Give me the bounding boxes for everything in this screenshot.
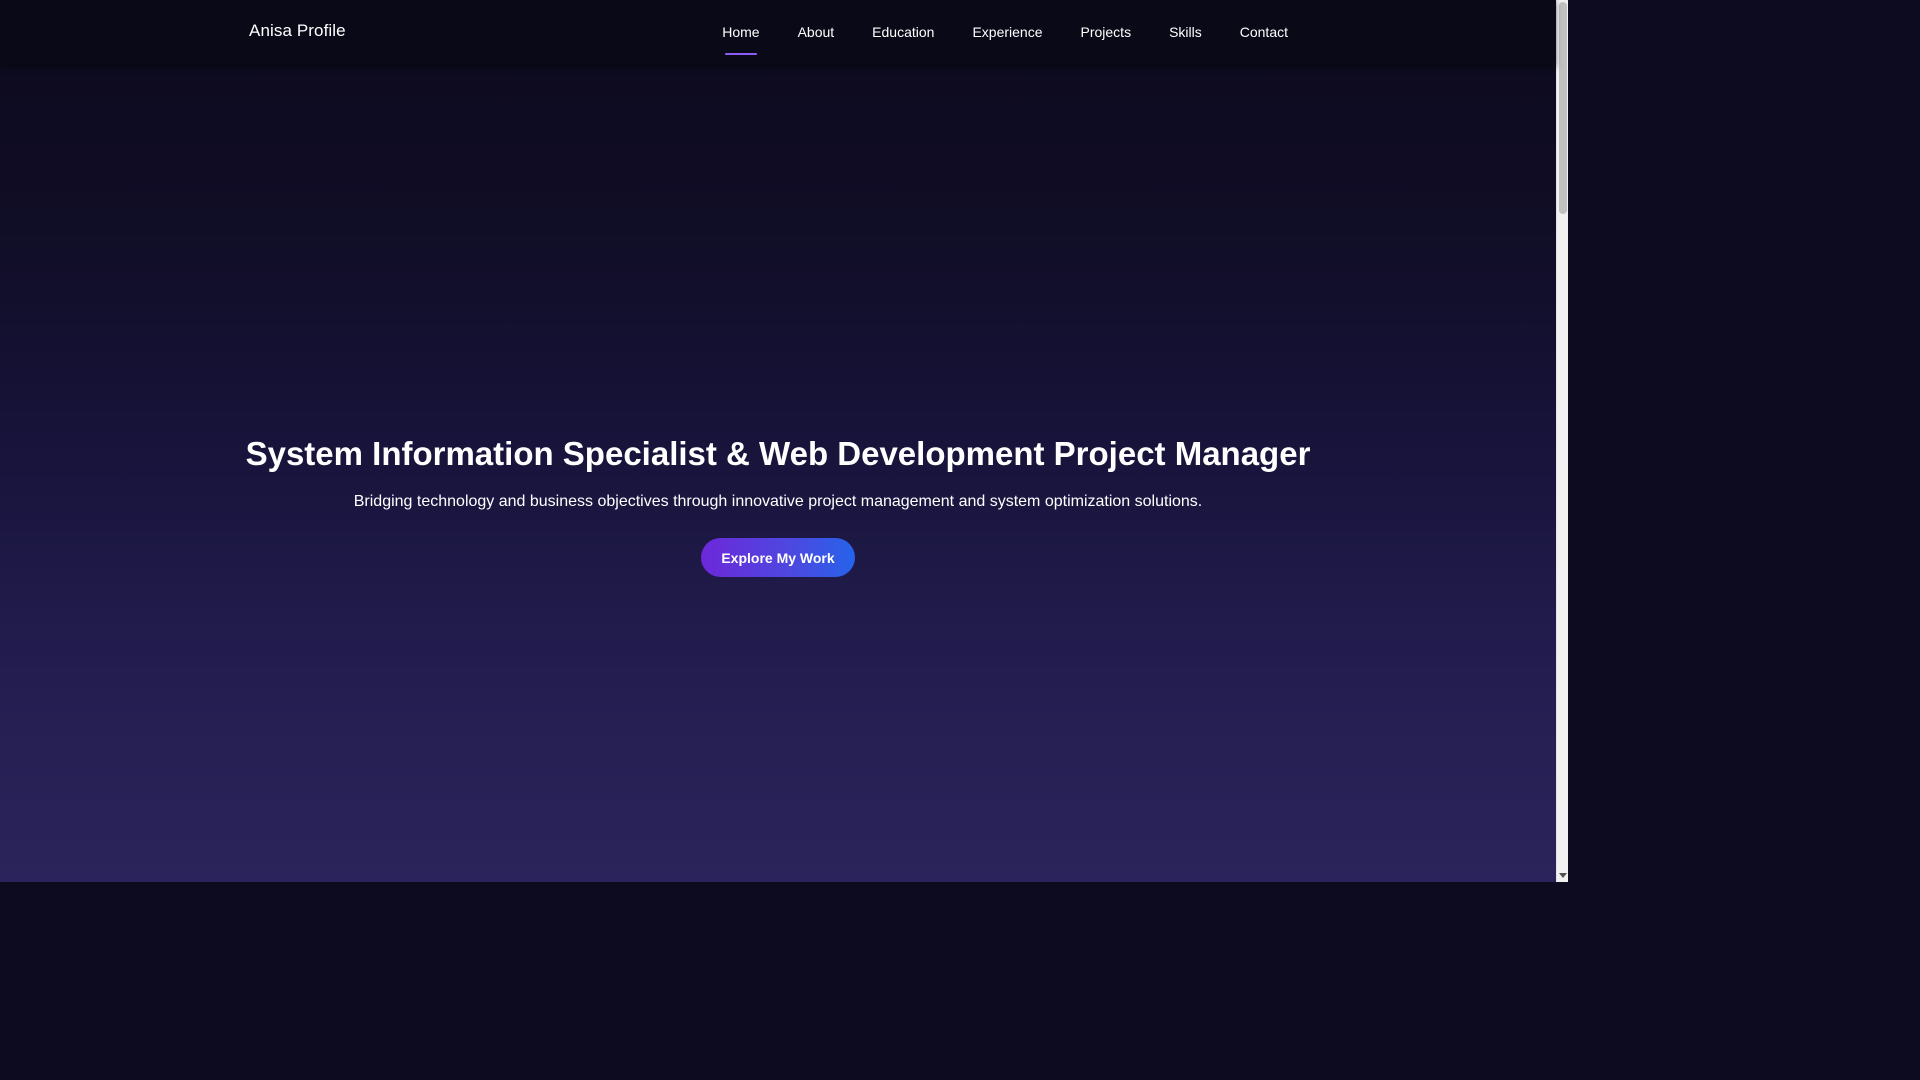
nav-link-home[interactable]: Home [722,0,760,65]
nav-item-skills: Skills [1169,0,1202,65]
nav-link-contact[interactable]: Contact [1240,0,1288,65]
hero-title: System Information Specialist & Web Deve… [245,435,1311,472]
explore-work-button[interactable]: Explore My Work [701,538,855,577]
brand-logo-link[interactable]: Anisa Profile [249,21,346,41]
hero-subtitle: Bridging technology and business objecti… [353,493,1203,510]
nav-item-about: About [798,0,835,65]
nav-link-education[interactable]: Education [872,0,934,65]
nav-item-projects: Projects [1081,0,1132,65]
vertical-scrollbar[interactable] [1556,0,1568,882]
nav-menu: Home About Education Experience Projects… [684,0,1288,65]
navbar: Anisa Profile Home About Education Exper… [0,0,1556,65]
scrollbar-thumb[interactable] [1559,2,1567,214]
chevron-down-icon[interactable] [1557,870,1568,882]
hero-section: System Information Specialist & Web Deve… [0,65,1556,882]
nav-link-about[interactable]: About [798,0,835,65]
nav-item-contact: Contact [1240,0,1288,65]
nav-link-skills[interactable]: Skills [1169,0,1202,65]
nav-link-projects[interactable]: Projects [1081,0,1132,65]
nav-item-education: Education [872,0,934,65]
page: Anisa Profile Home About Education Exper… [0,0,1568,882]
viewport: Anisa Profile Home About Education Exper… [0,0,1556,882]
nav-item-experience: Experience [972,0,1042,65]
nav-item-home: Home [722,0,760,65]
nav-link-experience[interactable]: Experience [972,0,1042,65]
